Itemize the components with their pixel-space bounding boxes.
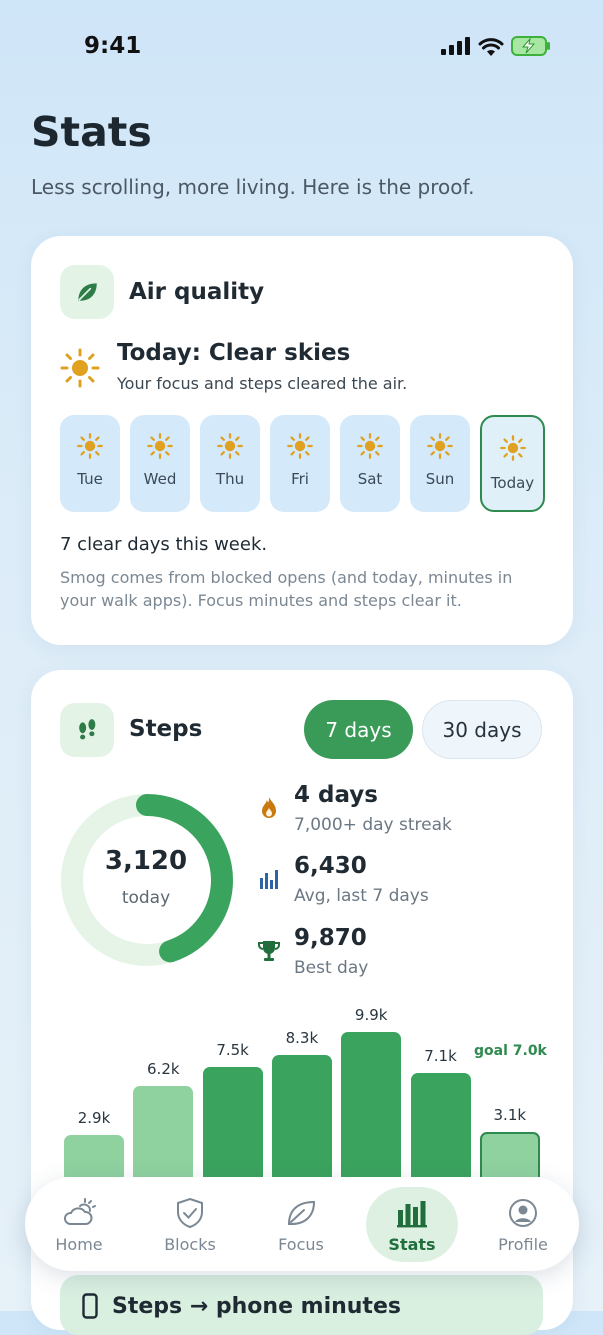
trophy-icon — [258, 941, 280, 961]
day-label: Sat — [357, 470, 383, 488]
day-label: Wed — [143, 470, 177, 488]
day-tile-today[interactable]: Today — [480, 415, 545, 512]
day-tile[interactable]: Thu — [200, 415, 260, 512]
leaf-icon — [78, 283, 97, 301]
best-day-label: Best day — [294, 958, 369, 978]
phone-icon — [82, 1293, 98, 1319]
steps-today-label: today — [121, 888, 171, 908]
weather-icon — [64, 1198, 96, 1225]
flame-icon — [262, 797, 276, 818]
day-label: Thu — [215, 470, 245, 488]
air-quality-title: Air quality — [129, 279, 265, 305]
streak-label: 7,000+ day streak — [294, 815, 452, 835]
status-icons — [441, 36, 551, 56]
sun-icon — [287, 433, 313, 459]
day-label: Fri — [291, 470, 309, 488]
range-7-days-button[interactable]: 7 days — [304, 700, 413, 759]
tab-home[interactable]: Home — [33, 1177, 125, 1271]
day-tile[interactable]: Fri — [270, 415, 330, 512]
average-label: Avg, last 7 days — [294, 886, 429, 906]
user-icon — [509, 1199, 537, 1227]
streak-value: 4 days — [294, 782, 378, 808]
steps-title: Steps — [129, 716, 203, 742]
sun-icon — [217, 433, 243, 459]
tab-home-label: Home — [55, 1235, 103, 1254]
air-quality-note: Smog comes from blocked opens (and today… — [60, 568, 513, 610]
day-label: Sun — [425, 470, 455, 488]
day-strip: Tue Wed Thu Fri Sat Sun Today — [60, 415, 545, 512]
day-label: Tue — [77, 470, 103, 488]
leaf-icon — [287, 1200, 316, 1225]
air-quality-headline: Today: Clear skies — [117, 340, 351, 366]
day-tile[interactable]: Wed — [130, 415, 190, 512]
page-title: Stats — [31, 108, 152, 156]
day-tile[interactable]: Tue — [60, 415, 120, 512]
steps-today-value: 3,120 — [104, 846, 188, 876]
range-30-days-button[interactable]: 30 days — [422, 700, 542, 759]
steps-progress-ring — [61, 794, 233, 966]
tab-blocks[interactable]: Blocks — [144, 1177, 236, 1271]
steps-phone-minutes-title: Steps → phone minutes — [112, 1294, 401, 1319]
day-tile[interactable]: Sat — [340, 415, 400, 512]
sun-icon — [60, 348, 100, 388]
clear-days-summary: 7 clear days this week. — [60, 534, 268, 555]
steps-icon-tile — [60, 703, 114, 757]
sun-icon — [147, 433, 173, 459]
bar-chart-icon — [260, 870, 278, 889]
battery-icon — [511, 36, 550, 56]
day-tile[interactable]: Sun — [410, 415, 470, 512]
tab-focus[interactable]: Focus — [255, 1177, 347, 1271]
tab-stats-label: Stats — [388, 1235, 436, 1254]
tab-focus-label: Focus — [278, 1235, 324, 1254]
air-quality-subline: Your focus and steps cleared the air. — [117, 374, 408, 393]
sun-icon — [77, 433, 103, 459]
tab-profile-label: Profile — [498, 1235, 548, 1254]
sun-icon — [499, 435, 526, 461]
air-quality-icon-tile — [60, 265, 114, 319]
tab-profile[interactable]: Profile — [477, 1177, 569, 1271]
signal-icon — [441, 37, 470, 55]
shield-icon — [177, 1197, 203, 1229]
average-value: 6,430 — [294, 853, 367, 879]
tab-blocks-label: Blocks — [164, 1235, 216, 1254]
page-subtitle: Less scrolling, more living. Here is the… — [31, 175, 475, 199]
footprints-icon — [79, 719, 96, 740]
sun-icon — [357, 433, 383, 459]
sun-icon — [427, 433, 453, 459]
goal-label: goal 7.0k — [474, 1043, 547, 1059]
wifi-icon — [478, 37, 504, 56]
status-time: 9:41 — [84, 33, 142, 59]
bar-chart-icon — [397, 1201, 427, 1228]
best-day-value: 9,870 — [294, 925, 367, 951]
tab-stats[interactable]: Stats — [366, 1177, 458, 1271]
day-label: Today — [490, 474, 535, 492]
